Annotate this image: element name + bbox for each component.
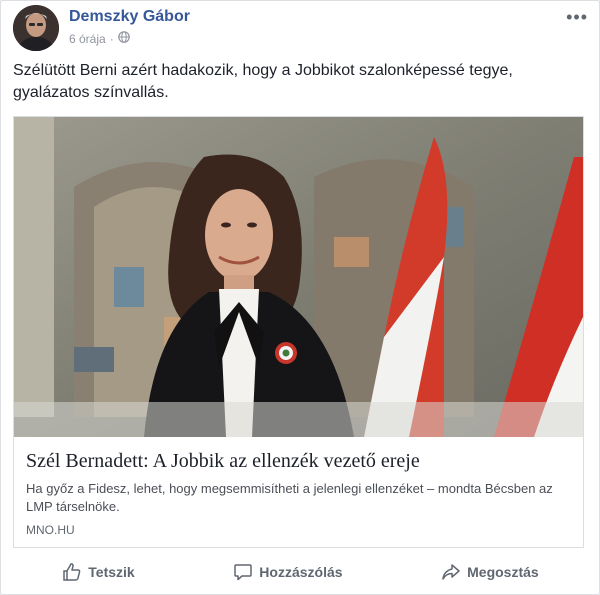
author-avatar[interactable]: [13, 5, 59, 51]
globe-icon[interactable]: [117, 31, 130, 46]
more-options-button[interactable]: •••: [566, 7, 588, 28]
meta-separator: ·: [109, 31, 114, 46]
link-preview-text: Szél Bernadett: A Jobbik az ellenzék vez…: [14, 437, 583, 537]
thumbs-up-icon: [62, 562, 82, 582]
avatar-portrait-icon: [13, 5, 59, 51]
link-preview-image[interactable]: [14, 117, 583, 437]
comment-icon: [233, 562, 253, 582]
share-label: Megosztás: [467, 564, 539, 580]
share-icon: [441, 562, 461, 582]
post-actions: Tetszik Hozzászólás Megosztás: [13, 553, 588, 591]
post-meta: 6 órája ·: [69, 31, 130, 46]
link-description: Ha győz a Fidesz, lehet, hogy megsemmisí…: [26, 481, 553, 514]
link-preview-card[interactable]: Szél Bernadett: A Jobbik az ellenzék vez…: [13, 116, 584, 548]
link-title[interactable]: Szél Bernadett: A Jobbik az ellenzék vez…: [26, 449, 571, 473]
author-name[interactable]: Demszky Gábor: [69, 8, 190, 26]
like-button[interactable]: Tetszik: [62, 562, 135, 582]
post-message: Szélütött Berni azért hadakozik, hogy a …: [13, 62, 513, 101]
article-photo: [14, 117, 583, 437]
post-card: Demszky Gábor 6 órája · ••• Szélütött Be…: [0, 0, 600, 595]
like-label: Tetszik: [88, 564, 135, 580]
more-icon: •••: [566, 7, 588, 27]
comment-label: Hozzászólás: [259, 564, 343, 580]
post-timestamp[interactable]: 6 órája: [69, 32, 106, 46]
post-header: Demszky Gábor 6 órája · •••: [13, 5, 588, 53]
comment-button[interactable]: Hozzászólás: [233, 562, 343, 582]
link-domain: MNO.HU: [26, 523, 75, 537]
share-button[interactable]: Megosztás: [441, 562, 539, 582]
